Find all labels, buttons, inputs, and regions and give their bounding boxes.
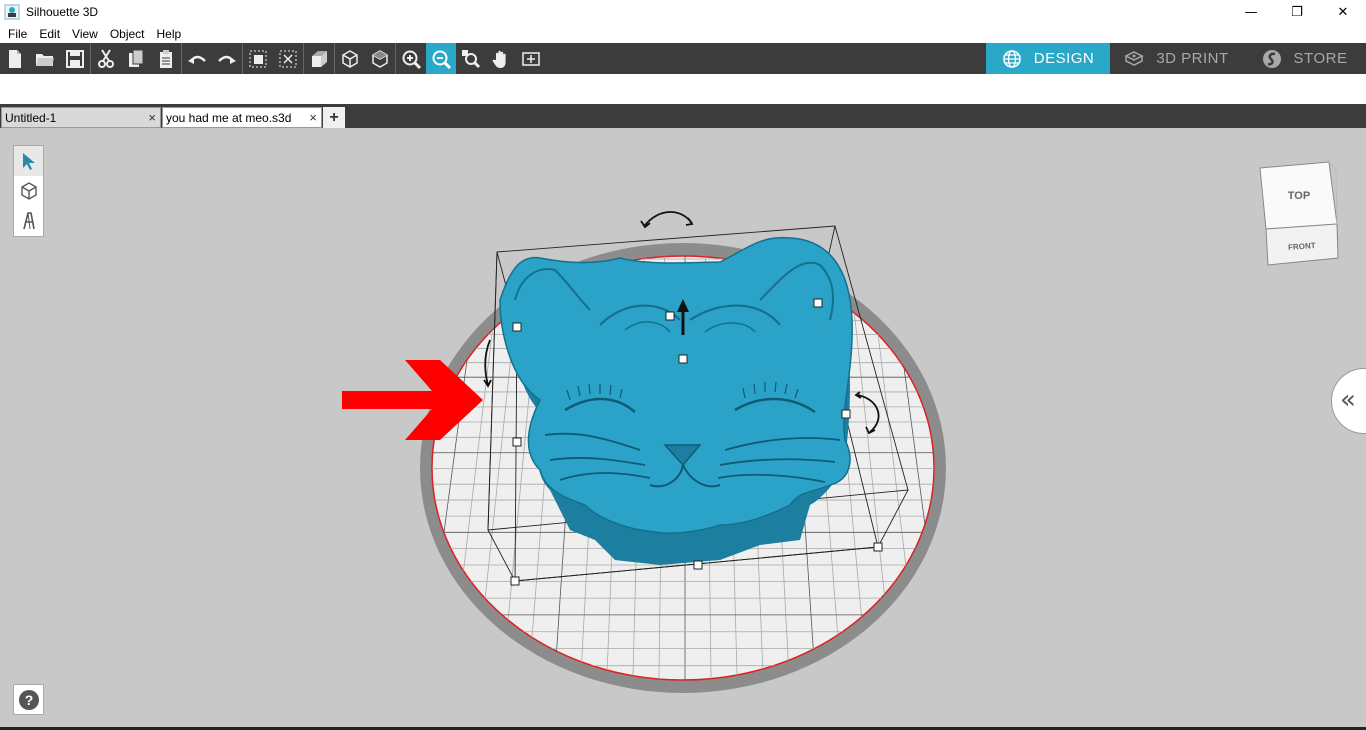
document-tab-meo[interactable]: you had me at meo.s3d × [162,107,322,128]
resize-handle[interactable] [665,311,675,321]
shape-tool-button[interactable] [14,176,43,206]
paste-icon[interactable] [151,43,181,74]
zoom-out-icon[interactable] [426,43,456,74]
properties-strip [0,74,1366,104]
document-tab-untitled[interactable]: Untitled-1 × [1,107,161,128]
double-chevron-left-icon: « [1340,385,1356,415]
pan-hand-icon[interactable] [486,43,516,74]
zoom-in-icon[interactable] [396,43,426,74]
mode-3d-print-tab[interactable]: 3D PRINT [1110,43,1243,74]
text-tool-button[interactable] [14,206,43,236]
resize-handle[interactable] [510,576,520,586]
help-button[interactable]: ? [13,684,44,715]
mode-design-label: DESIGN [1033,50,1095,67]
title-bar: Silhouette 3D — ❐ ✕ [0,0,1366,24]
silhouette-app-icon [4,4,20,20]
select-tool-button[interactable] [14,146,43,176]
document-tab-bar: Untitled-1 × you had me at meo.s3d × + [0,104,1366,128]
view-cube[interactable]: TOP FRONT [1259,161,1339,266]
mode-3d-print-label: 3D PRINT [1156,50,1229,67]
mode-design-tab[interactable]: DESIGN [986,43,1110,74]
pointer-arrow-icon [22,153,35,170]
cube-view-icon[interactable] [365,43,395,74]
printer-icon [1124,50,1145,66]
scene-canvas[interactable]: TOP FRONT [0,128,1366,727]
document-tab-label: you had me at meo.s3d [166,110,292,125]
left-tool-palette [13,145,44,237]
menu-edit[interactable]: Edit [33,27,66,41]
tab-close-icon[interactable]: × [148,110,156,125]
resize-handle[interactable] [813,298,823,308]
window-controls: — ❐ ✕ [1228,0,1366,24]
menu-help[interactable]: Help [151,27,188,41]
store-icon [1262,49,1281,68]
grid-line [316,250,400,700]
copy-icon[interactable] [121,43,151,74]
restore-button[interactable]: ❐ [1274,0,1320,24]
3d-viewport[interactable]: TOP FRONT [0,128,1366,727]
globe-icon [1002,49,1021,68]
menu-bar: File Edit View Object Help [0,24,1366,43]
zoom-fit-icon[interactable] [456,43,486,74]
grid-line [949,250,1027,700]
view-cube-front-label[interactable]: FRONT [1288,241,1316,252]
save-icon[interactable] [60,43,90,74]
document-tab-label: Untitled-1 [5,110,57,125]
group-icon[interactable] [243,43,273,74]
question-icon: ? [18,689,39,710]
new-document-icon[interactable] [0,43,30,74]
mode-switcher: DESIGN 3D PRINT STORE [986,43,1366,74]
ungroup-icon[interactable] [273,43,303,74]
window-title: Silhouette 3D [26,5,99,19]
resize-handle[interactable] [693,560,703,570]
rotate-arrow-top[interactable] [640,211,694,229]
mode-store-label: STORE [1293,50,1348,67]
minimize-button[interactable]: — [1228,0,1274,24]
cube-icon [20,182,37,200]
undo-icon[interactable] [182,43,212,74]
grid-line [990,250,1080,700]
resize-handle[interactable] [678,354,688,364]
view-cube-top-label[interactable]: TOP [1288,190,1310,202]
menu-object[interactable]: Object [104,27,151,41]
menu-file[interactable]: File [2,27,33,41]
tab-close-icon[interactable]: × [309,110,317,125]
resize-handle[interactable] [873,542,883,552]
menu-view[interactable]: View [66,27,104,41]
resize-handle[interactable] [512,322,522,332]
box-view-icon[interactable] [335,43,365,74]
grid-line [343,250,421,700]
fit-page-icon[interactable] [516,43,546,74]
add-tab-button[interactable]: + [323,107,345,128]
close-button[interactable]: ✕ [1320,0,1366,24]
mode-store-tab[interactable]: STORE [1243,43,1366,74]
cut-icon[interactable] [91,43,121,74]
grid-line [970,250,1054,700]
text-letter-icon [22,212,35,230]
resize-handle[interactable] [512,437,522,447]
extrude-icon[interactable] [304,43,334,74]
grid-line [290,250,380,700]
resize-handle[interactable] [841,409,851,419]
redo-icon[interactable] [212,43,242,74]
open-folder-icon[interactable] [30,43,60,74]
help-label: ? [24,692,33,708]
